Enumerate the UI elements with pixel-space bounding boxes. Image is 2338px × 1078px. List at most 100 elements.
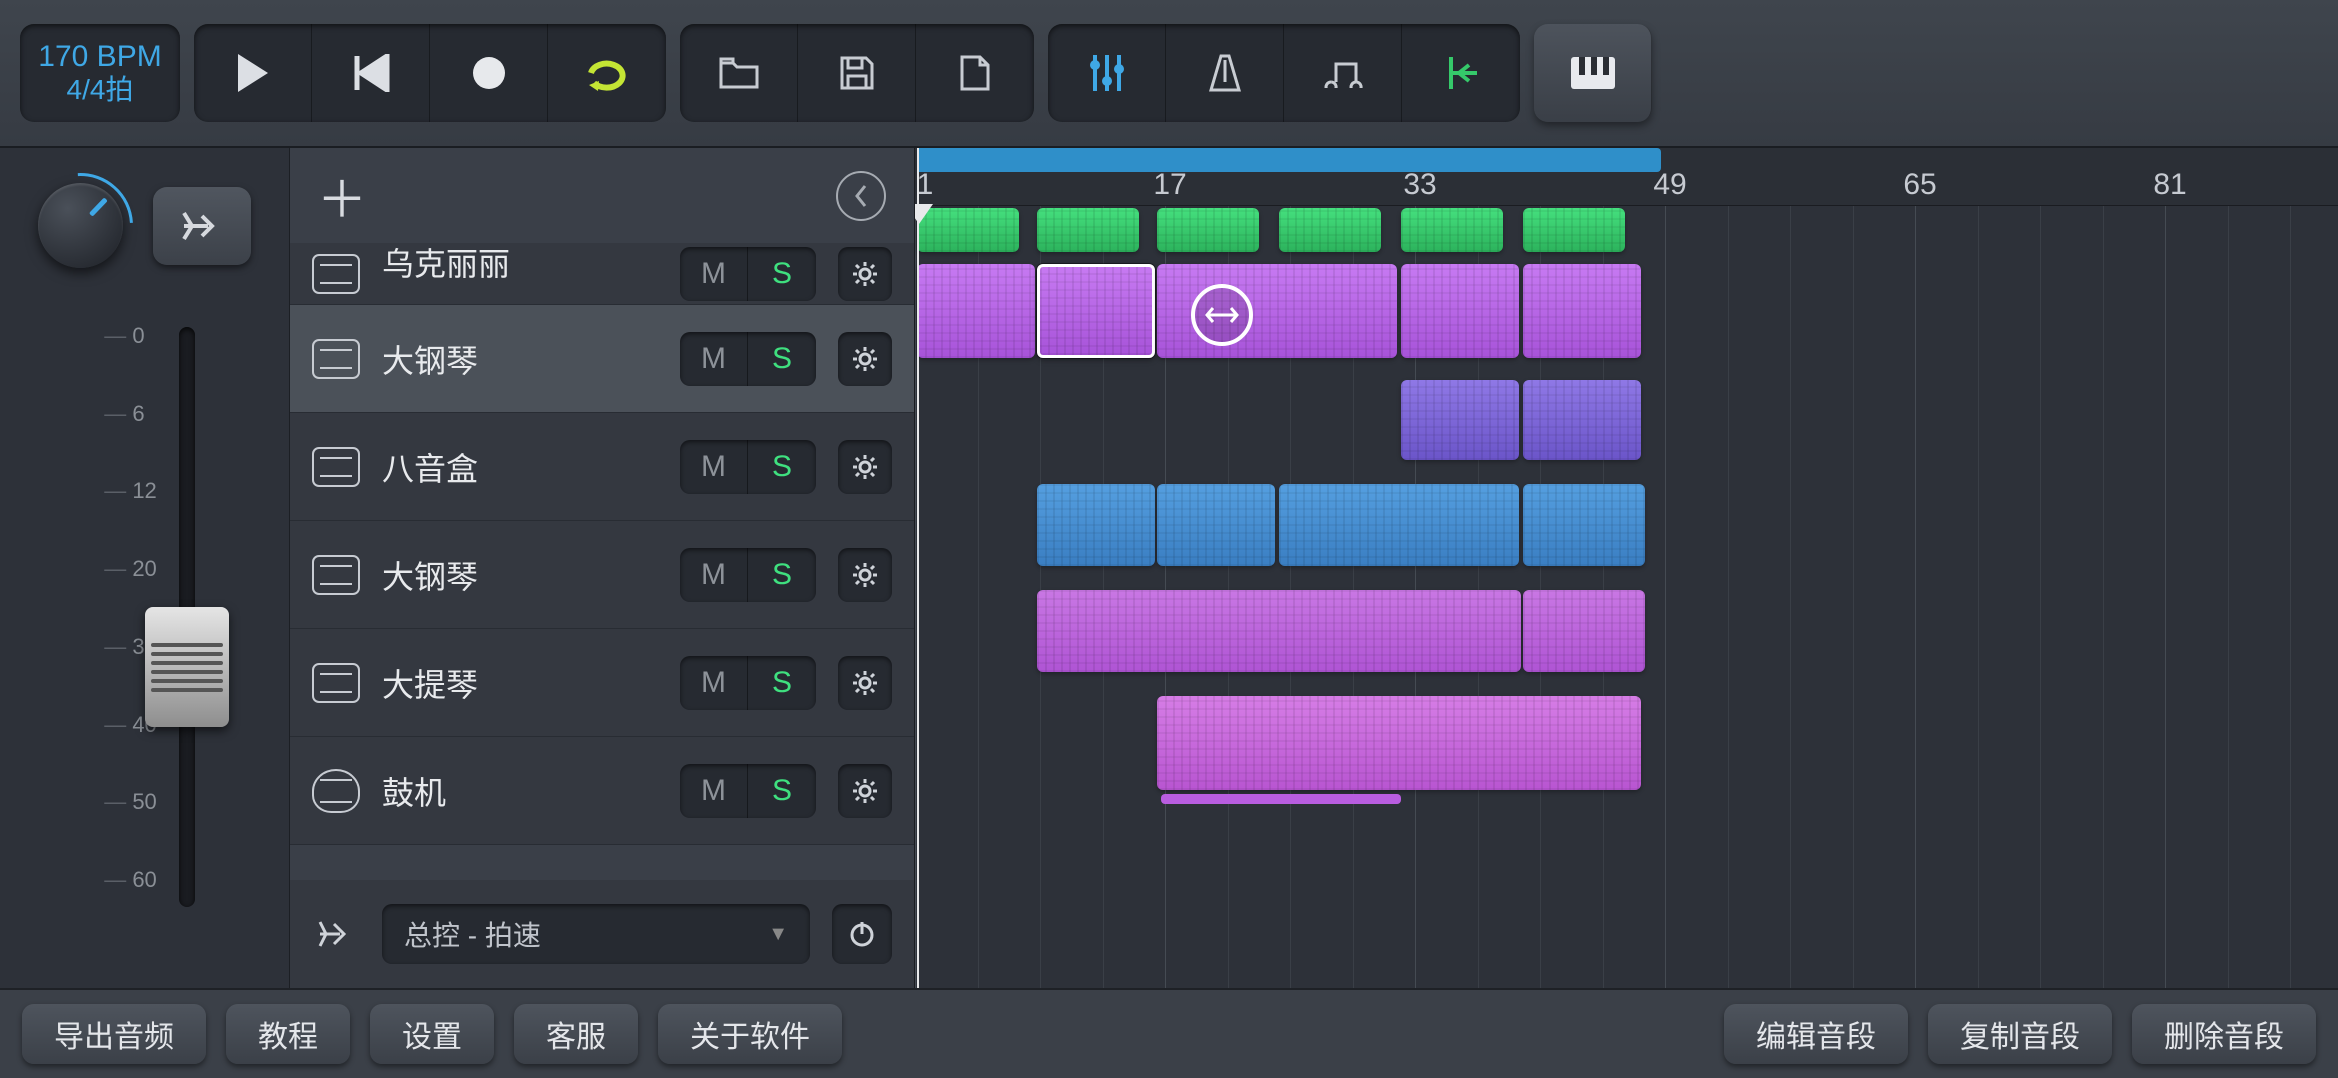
clip[interactable] <box>1401 264 1519 358</box>
footer-button[interactable]: 客服 <box>514 1004 638 1064</box>
loop-region[interactable] <box>917 148 1661 172</box>
rewind-button[interactable] <box>312 24 430 122</box>
clip[interactable] <box>1157 208 1259 252</box>
automation-target-dropdown[interactable]: 总控 - 拍速 ▼ <box>382 904 810 964</box>
mute-button[interactable]: M <box>680 440 748 494</box>
clip[interactable] <box>1523 380 1641 460</box>
track-settings-button[interactable] <box>838 247 892 301</box>
mute-solo-group: M S <box>680 764 816 818</box>
snap-button[interactable] <box>1284 24 1402 122</box>
clip[interactable] <box>1401 380 1519 460</box>
footer-button[interactable]: 关于软件 <box>658 1004 842 1064</box>
transport-group <box>194 24 666 122</box>
volume-fader[interactable] <box>179 327 195 907</box>
track-settings-button[interactable] <box>838 656 892 710</box>
mute-solo-group: M S <box>680 548 816 602</box>
loop-button[interactable] <box>548 24 666 122</box>
clip[interactable] <box>1401 208 1503 252</box>
track-row[interactable]: 鼓机 M S <box>290 737 914 845</box>
keys-icon <box>312 339 360 379</box>
automation-clip[interactable] <box>1161 794 1401 804</box>
add-track-button[interactable]: ＋ <box>318 172 366 220</box>
keys-icon <box>312 447 360 487</box>
tracks-container: 乌克丽丽 M S 大钢琴 M S 八音盒 M S 大钢琴 M S <box>290 243 914 880</box>
clip[interactable] <box>1037 484 1155 566</box>
track-name-label: 鼓机 <box>382 768 658 814</box>
solo-button[interactable]: S <box>748 656 816 710</box>
footer-button[interactable]: 教程 <box>226 1004 350 1064</box>
track-row[interactable]: 大钢琴 M S <box>290 521 914 629</box>
solo-button[interactable]: S <box>748 247 816 301</box>
scale-tick: 6 <box>104 401 157 427</box>
mute-solo-group: M S <box>680 656 816 710</box>
piano-view-button[interactable] <box>1534 24 1652 122</box>
mixer-button[interactable] <box>1048 24 1166 122</box>
footer-button[interactable]: 导出音频 <box>22 1004 206 1064</box>
track-row[interactable]: 大钢琴 M S <box>290 305 914 413</box>
clip[interactable] <box>1523 484 1645 566</box>
solo-button[interactable]: S <box>748 440 816 494</box>
track-name-label: 大钢琴 <box>382 336 658 382</box>
clip[interactable] <box>1037 264 1155 358</box>
gear-icon <box>851 260 879 288</box>
track-settings-button[interactable] <box>838 440 892 494</box>
clip[interactable] <box>1037 208 1139 252</box>
fader-handle[interactable] <box>145 607 229 727</box>
track-settings-button[interactable] <box>838 548 892 602</box>
solo-button[interactable]: S <box>748 332 816 386</box>
track-settings-button[interactable] <box>838 332 892 386</box>
mute-button[interactable]: M <box>680 332 748 386</box>
channel-strip: 06122030405060 <box>0 148 290 988</box>
clip[interactable] <box>1279 484 1519 566</box>
clip[interactable] <box>1037 590 1521 672</box>
clip[interactable] <box>1523 208 1625 252</box>
metronome-button[interactable] <box>1166 24 1284 122</box>
playhead[interactable] <box>917 148 919 988</box>
save-button[interactable] <box>798 24 916 122</box>
clip[interactable] <box>1157 696 1641 790</box>
clip[interactable] <box>917 264 1035 358</box>
solo-button[interactable]: S <box>748 548 816 602</box>
footer-button[interactable]: 删除音段 <box>2132 1004 2316 1064</box>
gear-icon <box>851 669 879 697</box>
route-icon <box>180 209 224 243</box>
new-file-button[interactable] <box>916 24 1034 122</box>
piano-icon <box>1569 55 1617 91</box>
main-area: 06122030405060 ＋ 乌克丽丽 M S 大钢琴 <box>0 148 2338 988</box>
footer-button[interactable]: 设置 <box>370 1004 494 1064</box>
bpm-label: 170 BPM <box>38 40 161 75</box>
clip[interactable] <box>1523 264 1641 358</box>
scale-tick: 0 <box>104 323 157 349</box>
automation-power-button[interactable] <box>832 904 892 964</box>
mute-button[interactable]: M <box>680 548 748 602</box>
mute-button[interactable]: M <box>680 764 748 818</box>
track-row[interactable]: 大提琴 M S <box>290 629 914 737</box>
clip-loop-handle[interactable] <box>1191 284 1253 346</box>
pan-knob[interactable] <box>38 183 123 268</box>
mute-button[interactable]: M <box>680 247 748 301</box>
track-row[interactable]: 乌克丽丽 M S <box>290 243 914 305</box>
timeline-ruler[interactable]: 11733496581 <box>915 148 2338 206</box>
track-list-header: ＋ <box>290 148 914 243</box>
track-settings-button[interactable] <box>838 764 892 818</box>
clip[interactable] <box>1279 208 1381 252</box>
scale-tick: 50 <box>104 789 157 815</box>
output-route-button[interactable] <box>153 187 251 265</box>
track-row[interactable]: 八音盒 M S <box>290 413 914 521</box>
solo-button[interactable]: S <box>748 764 816 818</box>
mute-button[interactable]: M <box>680 656 748 710</box>
footer-button[interactable]: 复制音段 <box>1928 1004 2112 1064</box>
goto-start-icon <box>1441 53 1481 93</box>
tempo-signature[interactable]: 170 BPM 4/4拍 <box>20 24 180 122</box>
collapse-tracks-button[interactable] <box>836 171 886 221</box>
record-button[interactable] <box>430 24 548 122</box>
footer-button[interactable]: 编辑音段 <box>1724 1004 1908 1064</box>
stretch-icon <box>1205 305 1239 325</box>
open-button[interactable] <box>680 24 798 122</box>
play-button[interactable] <box>194 24 312 122</box>
arrangement-view[interactable]: 11733496581 <box>915 148 2338 988</box>
clip[interactable] <box>1523 590 1645 672</box>
clip[interactable] <box>1157 484 1275 566</box>
goto-start-button[interactable] <box>1402 24 1520 122</box>
sliders-icon <box>1087 51 1127 95</box>
